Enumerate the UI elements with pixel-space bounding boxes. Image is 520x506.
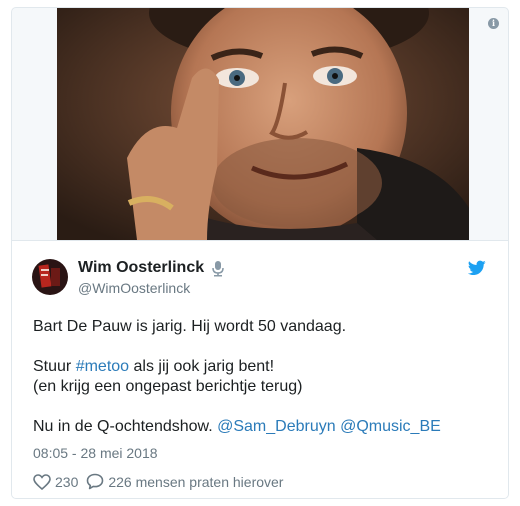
tweet-text: Bart De Pauw is jarig. Hij wordt 50 vand… — [33, 317, 493, 437]
author-handle[interactable]: @WimOosterlinck — [78, 280, 190, 296]
heart-icon — [33, 473, 51, 490]
conversation-button[interactable]: 226 mensen praten hierover — [86, 473, 283, 490]
microphone-icon — [212, 260, 224, 276]
tweet-line-3: (en krijg een ongepast berichtje terug) — [33, 378, 303, 395]
avatar[interactable] — [32, 259, 68, 295]
like-count: 230 — [55, 473, 79, 490]
author-row: Wim Oosterlinck — [78, 259, 226, 277]
author-name[interactable]: Wim Oosterlinck — [78, 259, 204, 277]
embedded-tweet-card: i Wim Oosterlinck @WimOosterlinck Bart D… — [11, 7, 509, 499]
portrait-image — [57, 8, 469, 240]
tweet-photo[interactable] — [57, 8, 469, 240]
tweet-body: Wim Oosterlinck @WimOosterlinck Bart De … — [12, 240, 508, 498]
tweet-line-1: Bart De Pauw is jarig. Hij wordt 50 vand… — [33, 318, 347, 335]
mention-link-1[interactable]: @Sam_Debruyn — [217, 418, 336, 435]
speech-bubble-icon — [87, 473, 104, 490]
tweet-line-4: Nu in de Q-ochtendshow. @Sam_Debruyn @Qm… — [33, 418, 441, 435]
tweet-timestamp[interactable]: 08:05 - 28 mei 2018 — [33, 445, 158, 461]
hashtag-link[interactable]: #metoo — [76, 358, 129, 375]
tweet-actions: 230 226 mensen praten hierover — [33, 473, 291, 490]
twitter-bird-icon[interactable] — [468, 260, 486, 276]
tweet-line-2: Stuur #metoo als jij ook jarig bent! — [33, 358, 275, 375]
info-icon[interactable]: i — [488, 18, 499, 29]
mention-link-2[interactable]: @Qmusic_BE — [340, 418, 441, 435]
like-button[interactable]: 230 — [33, 474, 78, 490]
conversation-label: 226 mensen praten hierover — [108, 473, 284, 490]
